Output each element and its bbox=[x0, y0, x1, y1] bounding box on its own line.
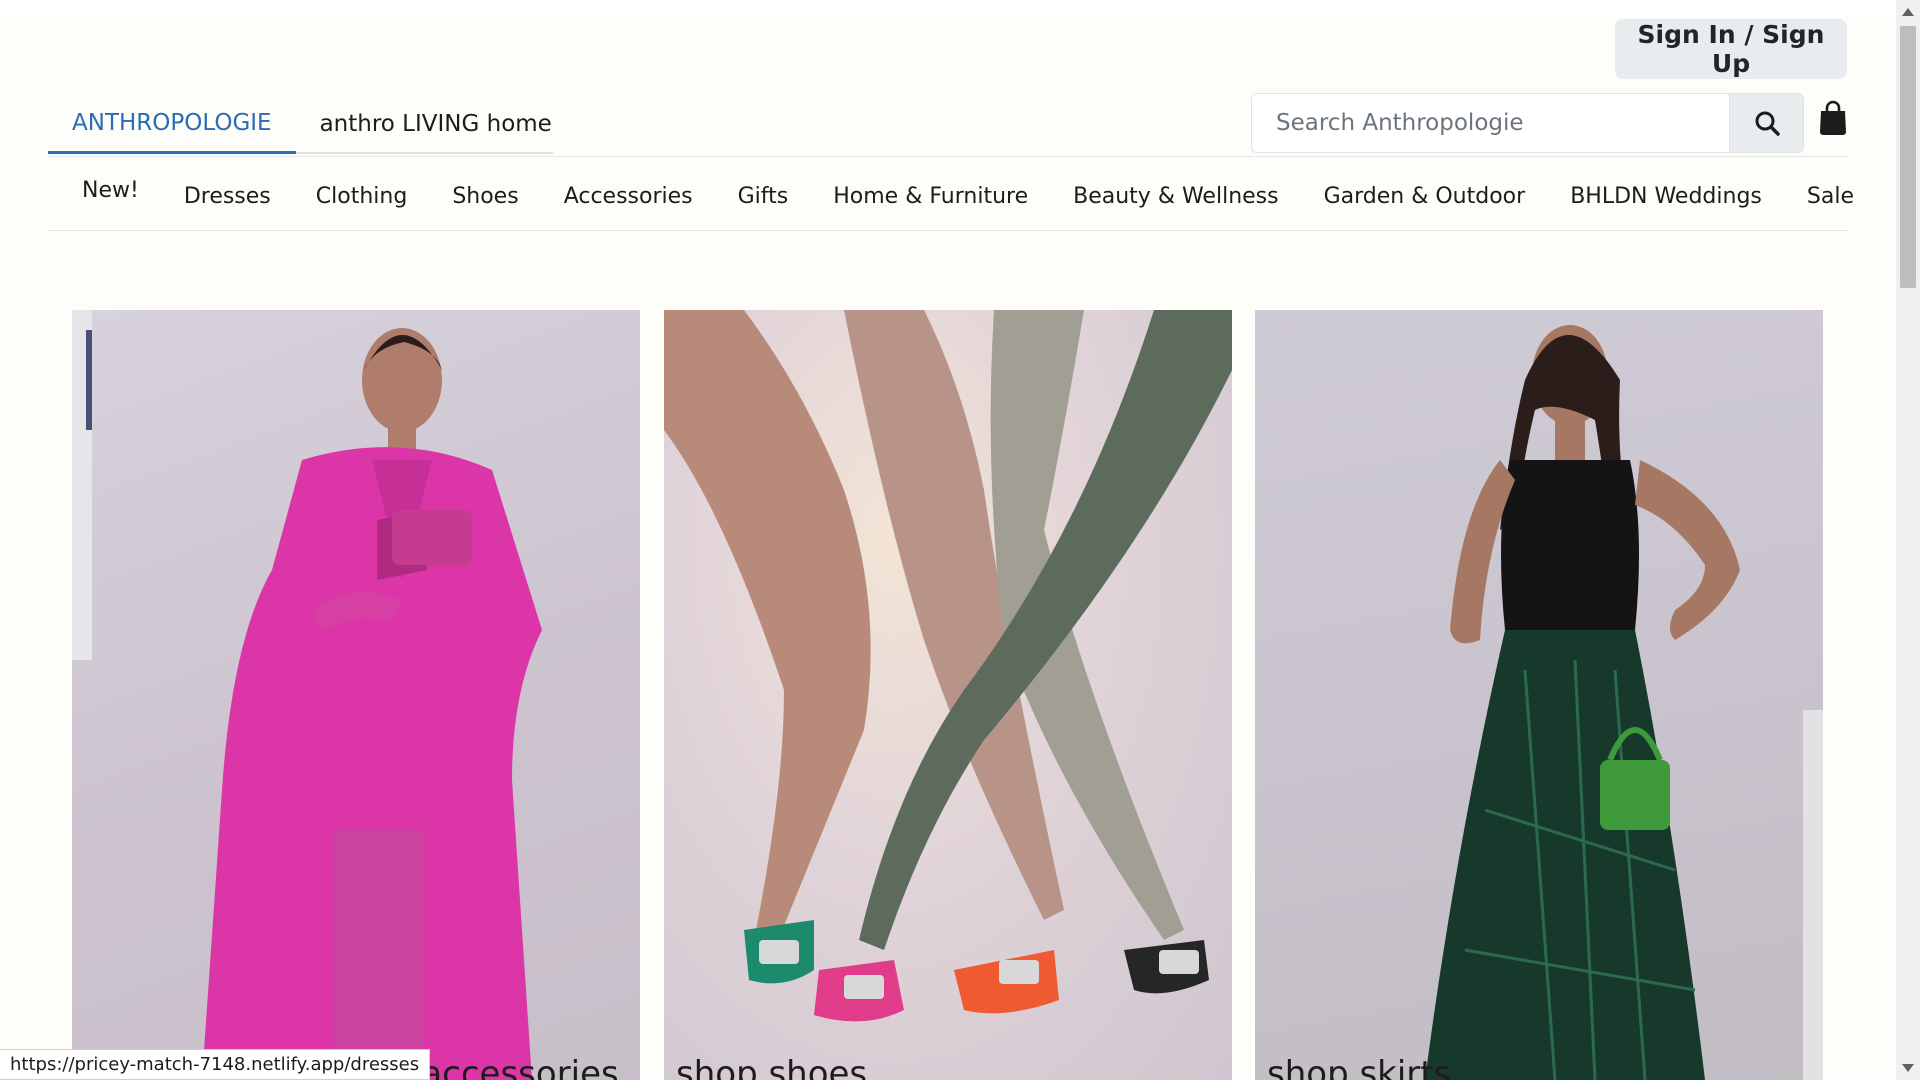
brand-tabs: ANTHROPOLOGIE anthro LIVING home bbox=[48, 94, 553, 154]
vertical-scrollbar[interactable] bbox=[1896, 0, 1920, 1080]
nav-item-shoes[interactable]: Shoes bbox=[452, 184, 518, 209]
scroll-down-arrow-icon[interactable] bbox=[1902, 1064, 1914, 1072]
nav-divider-top bbox=[48, 156, 1848, 157]
nav-divider-bottom bbox=[48, 230, 1848, 231]
search-input[interactable] bbox=[1252, 94, 1729, 152]
product-photo-shoes bbox=[664, 310, 1232, 1022]
product-photo-coat bbox=[72, 310, 542, 1080]
card-label: shop shoes bbox=[676, 1054, 868, 1080]
nav-item-new[interactable]: New! bbox=[82, 178, 139, 203]
main-nav: New! Dresses Clothing Shoes Accessories … bbox=[48, 160, 1854, 232]
nav-item-clothing[interactable]: Clothing bbox=[316, 184, 408, 209]
shopping-bag-icon bbox=[1820, 100, 1846, 135]
sign-in-button[interactable]: Sign In / Sign Up bbox=[1615, 19, 1847, 79]
status-bar-url: https://pricey-match-7148.netlify.app/dr… bbox=[0, 1049, 431, 1080]
top-strip bbox=[0, 0, 1896, 18]
nav-item-home-furniture[interactable]: Home & Furniture bbox=[833, 184, 1028, 209]
search-button[interactable] bbox=[1729, 94, 1803, 152]
category-card-accessories[interactable]: & accessories bbox=[72, 310, 640, 1080]
search-bar bbox=[1251, 93, 1804, 153]
nav-item-accessories[interactable]: Accessories bbox=[564, 184, 693, 209]
nav-item-garden-outdoor[interactable]: Garden & Outdoor bbox=[1324, 184, 1526, 209]
scroll-thumb[interactable] bbox=[1900, 26, 1916, 288]
category-card-skirts[interactable]: shop skirts bbox=[1255, 310, 1823, 1080]
nav-item-gifts[interactable]: Gifts bbox=[738, 184, 789, 209]
card-label: shop skirts bbox=[1267, 1054, 1452, 1080]
product-photo-skirt bbox=[1425, 325, 1823, 1080]
scroll-up-arrow-icon[interactable] bbox=[1902, 8, 1914, 16]
tab-anthropologie[interactable]: ANTHROPOLOGIE bbox=[48, 94, 296, 154]
cart-button[interactable] bbox=[1818, 100, 1848, 136]
nav-item-dresses[interactable]: Dresses bbox=[184, 184, 271, 209]
nav-item-bhldn-weddings[interactable]: BHLDN Weddings bbox=[1570, 184, 1762, 209]
nav-item-sale[interactable]: Sale bbox=[1807, 184, 1854, 209]
nav-item-beauty-wellness[interactable]: Beauty & Wellness bbox=[1073, 184, 1278, 209]
search-icon bbox=[1755, 111, 1780, 136]
tab-anthro-living-home[interactable]: anthro LIVING home bbox=[296, 94, 576, 154]
category-card-shoes[interactable]: shop shoes bbox=[664, 310, 1232, 1080]
